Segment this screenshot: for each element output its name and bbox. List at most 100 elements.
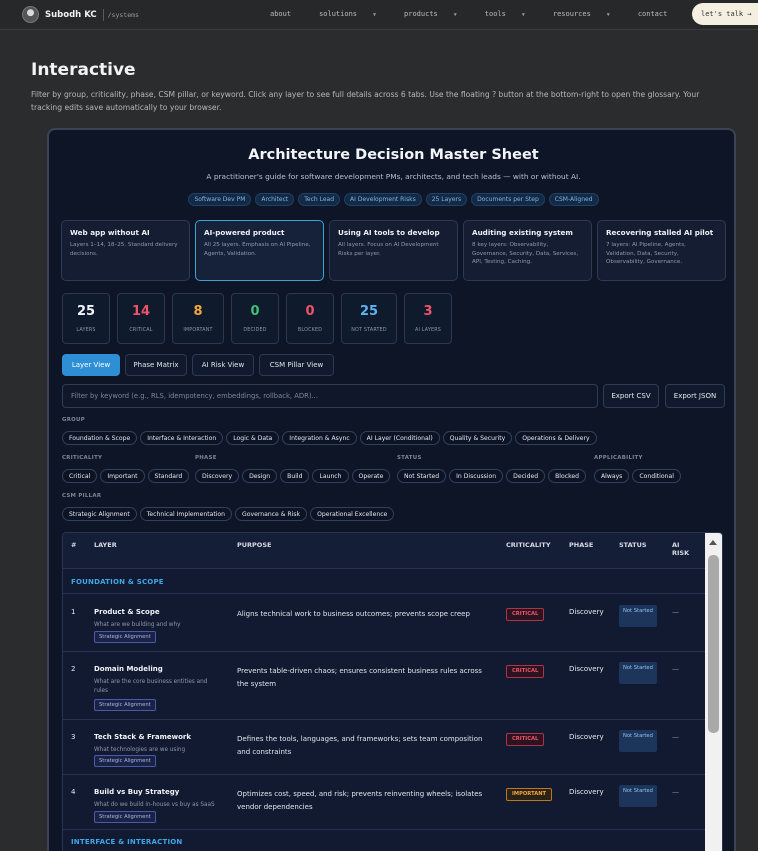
scenario-card-auditing[interactable]: Auditing existing system 8 key layers: O…: [463, 220, 592, 281]
nav-link-tools[interactable]: tools ▼: [485, 10, 539, 18]
filter-chip-not-started[interactable]: Not Started: [397, 469, 447, 483]
filter-chip-discovery[interactable]: Discovery: [195, 469, 240, 483]
table-row[interactable]: 2 Domain Modeling What are the core busi…: [63, 652, 707, 720]
filter-chip-standard[interactable]: Standard: [147, 469, 190, 483]
table-row[interactable]: 3 Tech Stack & Framework What technologi…: [63, 720, 707, 775]
tag: AI Development Risks: [344, 193, 422, 206]
master-sheet-panel: Architecture Decision Master Sheet A pra…: [47, 128, 736, 851]
col-header-ai: AI: [672, 541, 680, 549]
scenario-desc: 8 key layers: Observability, Governance,…: [472, 242, 579, 265]
status-badge[interactable]: Not Started: [619, 605, 657, 627]
scroll-up-arrow-icon[interactable]: [709, 540, 717, 545]
row-layer-name: Product & Scope: [94, 608, 160, 616]
row-csm-pill: Strategic Alignment: [94, 699, 156, 711]
table-row[interactable]: 4 Build vs Buy Strategy What do we build…: [63, 775, 707, 830]
group-filter-chips: Foundation & Scope Interface & Interacti…: [62, 431, 600, 445]
keyword-filter-input[interactable]: Filter by keyword (e.g., RLS, idempotenc…: [62, 384, 598, 408]
status-filter-label: STATUS: [397, 455, 422, 461]
lets-talk-button[interactable]: let's talk →: [692, 3, 758, 25]
col-header-status: STATUS: [619, 541, 647, 549]
row-ai-risk: —: [672, 733, 679, 741]
filter-chip-critical[interactable]: Critical: [62, 469, 98, 483]
col-header-layer: LAYER: [94, 541, 117, 549]
filter-chip-interface-interaction[interactable]: Interface & Interaction: [140, 431, 224, 445]
row-phase: Discovery: [569, 665, 604, 673]
filter-chip-logic-data[interactable]: Logic & Data: [226, 431, 280, 445]
chevron-down-icon: ▼: [606, 12, 610, 18]
filter-chip-governance-risk[interactable]: Governance & Risk: [235, 507, 308, 521]
sheet-subtitle: A practitioner's guide for software deve…: [206, 172, 581, 181]
scenario-desc: All layers. Focus on AI Development Risk…: [338, 242, 439, 257]
row-layer-question: What are the core business entities and …: [94, 679, 208, 694]
phase-filter-chips: Discovery Design Build Launch Operate: [195, 469, 393, 483]
filter-chip-foundation-scope[interactable]: Foundation & Scope: [62, 431, 138, 445]
export-csv-button[interactable]: Export CSV: [603, 384, 659, 408]
stat-decided: 0 DECIDED: [231, 293, 279, 344]
row-phase: Discovery: [569, 608, 604, 616]
scrollbar-thumb[interactable]: [708, 555, 719, 733]
nav-link-resources[interactable]: resources ▼: [553, 10, 624, 18]
filter-chip-important[interactable]: Important: [100, 469, 145, 483]
export-json-button[interactable]: Export JSON: [665, 384, 725, 408]
filter-chip-quality-security[interactable]: Quality & Security: [442, 431, 513, 445]
filter-chip-build[interactable]: Build: [280, 469, 310, 483]
status-badge[interactable]: Not Started: [619, 730, 657, 752]
filter-chip-design[interactable]: Design: [242, 469, 278, 483]
filter-chip-technical-implementation[interactable]: Technical Implementation: [139, 507, 233, 521]
filter-chip-always[interactable]: Always: [594, 469, 630, 483]
nav-link-label: about: [270, 10, 292, 18]
stat-critical: 14 CRITICAL: [117, 293, 165, 344]
status-badge[interactable]: Not Started: [619, 662, 657, 684]
status-badge[interactable]: Not Started: [619, 785, 657, 807]
filter-chip-operations-delivery[interactable]: Operations & Delivery: [515, 431, 597, 445]
scenario-title: AI-powered product: [204, 228, 285, 237]
scenario-card-recovering[interactable]: Recovering stalled AI pilot 7 layers: AI…: [597, 220, 726, 281]
filter-chip-ai-layer[interactable]: AI Layer (Conditional): [359, 431, 440, 445]
row-ai-risk: —: [672, 788, 679, 796]
row-num: 4: [71, 788, 76, 796]
scenario-card-ai-product[interactable]: AI-powered product All 25 layers. Emphas…: [195, 220, 324, 281]
table-scrollbar[interactable]: [705, 533, 722, 851]
filter-chip-launch[interactable]: Launch: [312, 469, 349, 483]
phase-filter-label: PHASE: [195, 455, 217, 461]
filter-chip-conditional[interactable]: Conditional: [632, 469, 681, 483]
scenario-card-web-app[interactable]: Web app without AI Layers 1–14, 18–25. S…: [61, 220, 190, 281]
nav-link-solutions[interactable]: solutions ▼: [319, 10, 390, 18]
group-header-foundation-scope: FOUNDATION & SCOPE: [63, 570, 707, 594]
filter-chip-decided[interactable]: Decided: [506, 469, 546, 483]
tag: Documents per Step: [471, 193, 545, 206]
filter-chip-operate[interactable]: Operate: [351, 469, 391, 483]
chevron-down-icon: ▼: [521, 12, 525, 18]
nav-link-about[interactable]: about: [270, 10, 305, 18]
tab-phase-matrix[interactable]: Phase Matrix: [125, 354, 187, 376]
group-header-interface-interaction: INTERFACE & INTERACTION: [63, 830, 707, 851]
brand[interactable]: Subodh KC /systems: [22, 6, 139, 23]
filter-chip-integration-async[interactable]: Integration & Async: [282, 431, 357, 445]
top-nav: Subodh KC /systems about solutions ▼ prod…: [0, 0, 758, 30]
stat-label: DECIDED: [243, 328, 267, 333]
criticality-badge: CRITICAL: [506, 733, 545, 746]
filter-chip-blocked[interactable]: Blocked: [548, 469, 587, 483]
nav-link-label: contact: [637, 10, 668, 18]
filter-chip-strategic-alignment[interactable]: Strategic Alignment: [62, 507, 137, 521]
filter-chip-in-discussion[interactable]: In Discussion: [449, 469, 504, 483]
tab-layer-view[interactable]: Layer View: [62, 354, 120, 376]
scenario-card-ai-tools[interactable]: Using AI tools to develop All layers. Fo…: [329, 220, 458, 281]
nav-link-products[interactable]: products ▼: [404, 10, 471, 18]
tab-ai-risk-view[interactable]: AI Risk View: [192, 354, 254, 376]
stat-important: 8 IMPORTANT: [172, 293, 224, 344]
nav-link-contact[interactable]: contact: [638, 10, 682, 18]
stat-label: CRITICAL: [129, 328, 153, 333]
brand-divider: [102, 8, 104, 21]
filter-chip-operational-excellence[interactable]: Operational Excellence: [310, 507, 395, 521]
nav-link-label: products: [404, 10, 438, 18]
criticality-badge: CRITICAL: [506, 665, 545, 678]
csm-filter-label: CSM PILLAR: [62, 493, 102, 499]
row-phase: Discovery: [569, 733, 604, 741]
table-row[interactable]: 1 Product & Scope What are we building a…: [63, 595, 707, 652]
applicability-filter-label: APPLICABILITY: [594, 455, 643, 461]
stat-value: 0: [305, 304, 315, 319]
col-header-criticality: CRITICALITY: [506, 541, 551, 549]
tab-csm-pillar-view[interactable]: CSM Pillar View: [259, 354, 334, 376]
col-header-ai-risk: AI RISK: [672, 541, 689, 557]
